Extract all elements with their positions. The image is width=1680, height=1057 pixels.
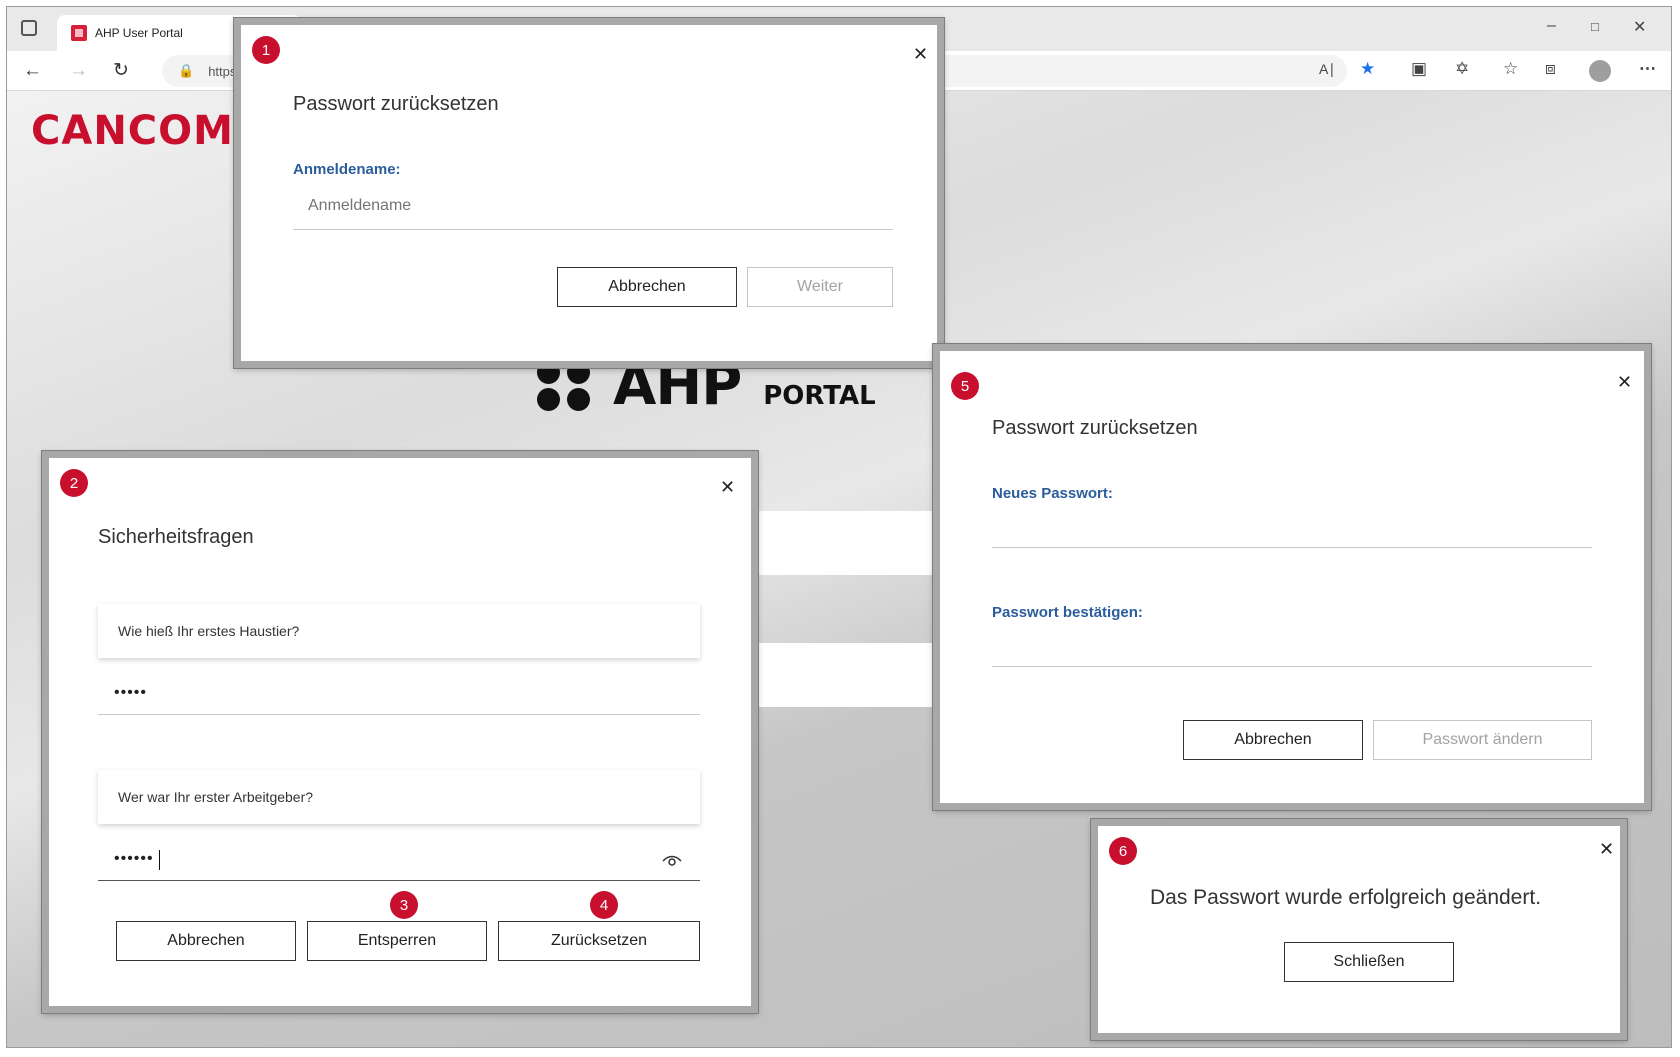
forward-icon[interactable]: → (69, 59, 88, 83)
reset-button[interactable]: Zurücksetzen (498, 921, 700, 961)
security-question-2: Wer war Ihr erster Arbeitgeber? (98, 770, 700, 824)
ahp-logo-text: AHP (613, 353, 742, 418)
dialog-title: Passwort zurücksetzen (293, 93, 499, 115)
answer-2-underline (98, 880, 700, 881)
more-icon[interactable]: ⋯ (1639, 59, 1656, 79)
extensions-icon[interactable]: ✡ (1455, 59, 1469, 79)
new-password-dialog: 5 ✕ Passwort zurücksetzen Neues Passwort… (933, 344, 1651, 810)
close-icon[interactable]: ✕ (1599, 840, 1614, 858)
ahp-logo-subtext: PORTAL (763, 381, 876, 411)
tab-title: AHP User Portal (95, 26, 183, 40)
step-badge: 5 (951, 372, 979, 400)
ahp-dots-icon (535, 361, 597, 411)
confirm-password-input[interactable] (992, 666, 1592, 667)
favorite-star-icon[interactable]: ★ (1360, 59, 1375, 79)
success-dialog: 6 ✕ Das Passwort wurde erfolgreich geänd… (1091, 819, 1627, 1040)
background-panel (759, 643, 939, 707)
lock-icon[interactable]: 🔒 (178, 63, 194, 79)
username-input[interactable] (308, 197, 868, 215)
favicon-icon (71, 25, 87, 41)
close-icon[interactable]: ✕ (720, 478, 735, 496)
favorites-icon[interactable]: ☆ (1503, 59, 1518, 79)
cancel-button[interactable]: Abbrechen (557, 267, 737, 307)
dialog-title: Sicherheitsfragen (98, 526, 254, 548)
background-panel (759, 511, 939, 575)
read-aloud-icon[interactable]: A∣ (1319, 61, 1335, 78)
username-underline (293, 229, 893, 230)
step-badge: 6 (1109, 837, 1137, 865)
answer-1-underline (98, 714, 700, 715)
dialog-title: Passwort zurücksetzen (992, 417, 1198, 439)
step-badge: 2 (60, 469, 88, 497)
minimize-icon[interactable]: – (1547, 17, 1556, 35)
security-questions-dialog: 2 ✕ Sicherheitsfragen Wie hieß Ihr erste… (42, 451, 758, 1013)
tab-actions-icon[interactable] (21, 20, 37, 36)
profile-icon[interactable] (1589, 60, 1611, 82)
cancom-logo: CANCOM (31, 108, 234, 154)
confirm-password-label: Passwort bestätigen: (992, 604, 1143, 621)
close-button[interactable]: Schließen (1284, 942, 1454, 982)
security-question-1: Wie hieß Ihr erstes Haustier? (98, 604, 700, 658)
close-icon[interactable]: ✕ (913, 45, 928, 63)
show-password-eye-icon[interactable] (662, 855, 682, 867)
collections-icon[interactable]: ⧈ (1545, 59, 1556, 79)
cancel-button[interactable]: Abbrechen (1183, 720, 1363, 760)
answer-1-input[interactable]: ••••• (114, 684, 147, 702)
step-badge: 3 (390, 891, 418, 919)
new-password-input[interactable] (992, 547, 1592, 548)
username-label: Anmeldename: (293, 161, 401, 178)
back-icon[interactable]: ← (23, 59, 42, 83)
step-badge: 4 (590, 891, 618, 919)
answer-2-input[interactable]: •••••• (114, 850, 154, 868)
cancel-button[interactable]: Abbrechen (116, 921, 296, 961)
close-icon[interactable]: ✕ (1633, 17, 1646, 37)
close-icon[interactable]: ✕ (1617, 373, 1632, 391)
screenshot-icon[interactable]: ▣ (1411, 59, 1427, 79)
text-caret (159, 850, 160, 870)
maximize-icon[interactable]: □ (1591, 19, 1599, 34)
step-badge: 1 (252, 36, 280, 64)
new-password-label: Neues Passwort: (992, 485, 1113, 502)
unlock-button[interactable]: Entsperren (307, 921, 487, 961)
success-message: Das Passwort wurde erfolgreich geändert. (1150, 886, 1542, 909)
ahp-portal-logo: AHP PORTAL (535, 353, 876, 418)
next-button[interactable]: Weiter (747, 267, 893, 307)
change-password-button[interactable]: Passwort ändern (1373, 720, 1592, 760)
reset-password-dialog: 1 ✕ Passwort zurücksetzen Anmeldename: A… (234, 18, 944, 368)
refresh-icon[interactable]: ↻ (113, 59, 129, 83)
